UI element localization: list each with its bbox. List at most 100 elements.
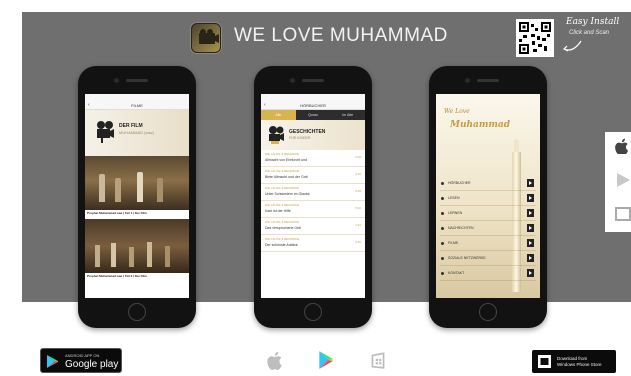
menu-item-label: FILME (448, 241, 459, 245)
curved-arrow-icon (562, 40, 582, 52)
google-play-label: Google play (65, 359, 119, 370)
story-title: Der schönste Anblick (265, 243, 298, 247)
chevron-right-icon[interactable] (527, 239, 534, 247)
google-play-small-label: ANDROID APP ON (65, 353, 100, 358)
list-item[interactable]: DIE LAUTE & BEGRIFFE Das versprochene Ge… (261, 218, 365, 235)
bullet-icon (441, 272, 444, 275)
logo-muhammad: Muhammad (450, 120, 511, 130)
windows-icon[interactable] (615, 206, 631, 222)
logo-we: We Love (444, 108, 470, 115)
story-title: Unter Schwestern im Glaube (265, 192, 310, 196)
menu-item-label: SOZIALE NETZWERKE (448, 256, 486, 260)
phone-screen: ‹ FILME DER FILM MUHAMMAD (saw) Prophet … (85, 94, 189, 298)
menu-item-label: HÖRBUCHER (448, 181, 471, 185)
list-item[interactable]: DIE LAUTE & BEGRIFFE Biete Allmacht und … (261, 167, 365, 184)
windows-phone-store-badge[interactable]: Download from Windows Phone Store (532, 350, 616, 373)
google-play-badge[interactable]: ANDROID APP ON Google play (40, 348, 122, 373)
video-caption[interactable]: Prophet Muhammad saw | Teil 2 | Der Film (85, 273, 189, 282)
story-category: DIE LAUTE & BEGRIFFE (265, 237, 300, 241)
tab-all[interactable]: Alle (261, 110, 296, 120)
film-reel-icon (269, 126, 284, 144)
film-header: DER FILM MUHAMMAD (saw) (85, 110, 189, 156)
nav-title: FILME (131, 103, 143, 108)
chevron-right-icon[interactable] (527, 254, 534, 262)
menu-item[interactable]: LERNEN (440, 206, 536, 221)
video-figure (147, 242, 152, 267)
home-button (479, 303, 497, 321)
story-duration: 4:40 (355, 240, 361, 244)
list-item[interactable]: DIE LAUTE & BEGRIFFE Kant ist der Hilfe … (261, 201, 365, 218)
menu-item-label: LESEN (448, 196, 460, 200)
story-duration: 3:21 (355, 223, 361, 227)
menu-item-label: LERNEN (448, 211, 463, 215)
phone-speaker (477, 79, 499, 82)
chevron-right-icon[interactable] (527, 179, 534, 187)
windows-store-icon[interactable] (369, 350, 387, 370)
windows-badge-line2: Windows Phone Store (557, 362, 602, 367)
back-icon[interactable]: ‹ (264, 101, 266, 110)
menu-item[interactable]: LESEN (440, 191, 536, 206)
menu-item[interactable]: NACHRICHTEN (440, 221, 536, 236)
phone-screen: We Love Muhammad HÖRBUCHER LESEN LERNEN … (436, 94, 540, 298)
play-store-icon[interactable] (615, 172, 631, 188)
status-bar (261, 94, 365, 101)
phone-camera (114, 78, 119, 83)
video-caption[interactable]: Prophet Muhammad saw | Teil 1 | Der Film (85, 210, 189, 219)
menu-item-label: KONTAKT (448, 271, 465, 275)
phone-camera (290, 78, 295, 83)
phone-camera (465, 78, 470, 83)
list-item[interactable]: DIE LAUTE & BEGRIFFE Allmacht von Ehrfur… (261, 150, 365, 167)
story-category: DIE LAUTE & BEGRIFFE (265, 152, 300, 156)
video-figure (115, 178, 121, 202)
bullet-icon (441, 242, 444, 245)
story-title: Das versprochene Geb (265, 226, 301, 230)
story-duration: 5:02 (355, 206, 361, 210)
chevron-right-icon[interactable] (527, 224, 534, 232)
video-figure (165, 246, 170, 267)
tab-quran[interactable]: Quran (295, 110, 331, 120)
bullet-icon (441, 212, 444, 215)
google-play-icon (47, 355, 58, 368)
story-list: DIE LAUTE & BEGRIFFE Allmacht von Ehrfur… (261, 150, 365, 252)
menu-item[interactable]: HÖRBUCHER (440, 176, 536, 191)
qr-code-icon[interactable] (516, 19, 554, 57)
video-thumbnail[interactable] (85, 219, 189, 273)
menu-item[interactable]: KONTAKT (440, 266, 536, 281)
menu-item[interactable]: FILME (440, 236, 536, 251)
story-title: Allmacht von Ehrfurcht und (265, 158, 308, 162)
video-figure (137, 172, 143, 202)
phone-speaker (126, 79, 148, 82)
app-logo-icon (191, 23, 221, 53)
film-title: DER FILM (119, 123, 143, 129)
platform-side-bar (605, 132, 631, 232)
minaret-top (514, 139, 519, 153)
status-bar (436, 94, 540, 101)
list-item[interactable]: DIE LAUTE & BEGRIFFE Der schönste Anblic… (261, 235, 365, 252)
play-store-icon[interactable] (317, 350, 335, 370)
chevron-right-icon[interactable] (527, 269, 534, 277)
bullet-icon (441, 182, 444, 185)
film-subtitle: MUHAMMAD (saw) (119, 130, 154, 135)
story-category: DIE LAUTE & BEGRIFFE (265, 203, 300, 207)
chevron-right-icon[interactable] (527, 209, 534, 217)
back-icon[interactable]: ‹ (88, 101, 90, 110)
tab-other[interactable]: Im Alte (330, 110, 365, 120)
tab-bar: Alle Quran Im Alte (261, 110, 365, 120)
chevron-right-icon[interactable] (527, 194, 534, 202)
home-button (304, 303, 322, 321)
apple-icon[interactable] (266, 350, 284, 370)
status-bar (85, 94, 189, 101)
home-button (128, 303, 146, 321)
video-thumbnail[interactable] (85, 156, 189, 210)
phone-screen: ‹ HÖRBUCHER Alle Quran Im Alte GESCHICHT… (261, 94, 365, 298)
story-duration: 4:10 (355, 172, 361, 176)
menu-item[interactable]: SOZIALE NETZWERKE (440, 251, 536, 266)
stories-header: GESCHICHTEN FÜR KINDER (261, 120, 365, 150)
easy-install-label: Easy Install (566, 17, 620, 27)
windows-phone-icon (538, 355, 551, 368)
phone-mockup-menu: We Love Muhammad HÖRBUCHER LESEN LERNEN … (429, 66, 547, 328)
click-scan-label: Click and Scan (569, 30, 610, 36)
phone-mockup-films: ‹ FILME DER FILM MUHAMMAD (saw) Prophet … (78, 66, 196, 328)
list-item[interactable]: DIE LAUTE & BEGRIFFE Unter Schwestern im… (261, 184, 365, 201)
apple-icon[interactable] (615, 138, 631, 154)
